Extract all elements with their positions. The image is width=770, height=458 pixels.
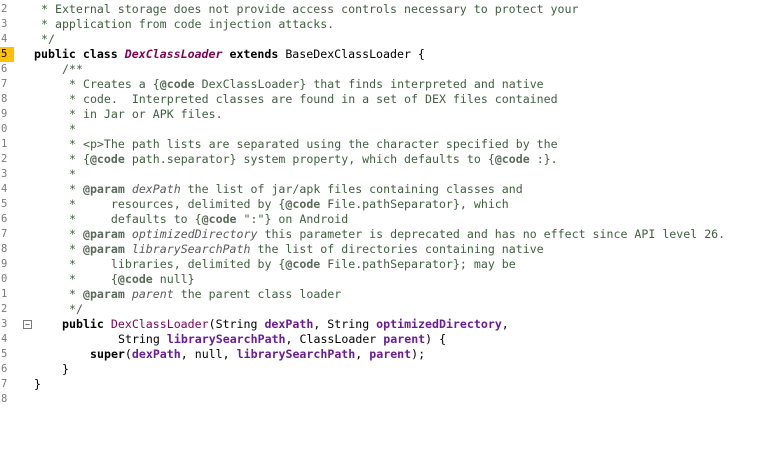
code-line[interactable]: 1 * @param parent the parent class loade…	[0, 287, 770, 302]
line-number: 6	[1, 63, 8, 75]
line-number: 4	[1, 33, 8, 45]
current-line-number: 5	[0, 47, 14, 62]
comment-text: * defaults to {@code ":"} on Android	[69, 212, 349, 226]
line-number: 1	[1, 288, 8, 300]
comment-text: * {@code path.separator} system property…	[69, 152, 558, 166]
line-number: 8	[1, 243, 8, 255]
line-number: 8	[1, 93, 8, 105]
param-doc: * @param librarySearchPath the list of d…	[69, 242, 544, 256]
line-number: 0	[1, 273, 8, 285]
class-name: DexClassLoader	[124, 47, 223, 61]
comment-text: * Creates a {@code DexClassLoader} that …	[69, 77, 544, 91]
fold-collapse-icon[interactable]: −	[23, 320, 32, 329]
line-number: 9	[1, 258, 8, 270]
constructor-name: DexClassLoader	[110, 317, 209, 331]
line-number: 3	[1, 18, 8, 30]
param-doc: * @param dexPath the list of jar/apk fil…	[69, 182, 523, 196]
code-line[interactable]: 7 * @param optimizedDirectory this param…	[0, 227, 770, 242]
code-line[interactable]: 4 String librarySearchPath, ClassLoader …	[0, 332, 770, 347]
comment-text: */	[41, 32, 55, 46]
closing-brace: }	[62, 362, 69, 376]
code-line[interactable]: 6 }	[0, 362, 770, 377]
line-number: 6	[1, 363, 8, 375]
code-line[interactable]: 2 * {@code path.separator} system proper…	[0, 152, 770, 167]
line-number: 3	[1, 168, 8, 180]
comment-text: * resources, delimited by {@code File.pa…	[69, 197, 509, 211]
line-number: 1	[1, 138, 8, 150]
comment-text: * in Jar or APK files.	[69, 107, 223, 121]
line-number: 5	[1, 348, 8, 360]
closing-brace: }	[34, 377, 41, 391]
line-number: 9	[1, 108, 8, 120]
comment-text: * External storage does not provide acce…	[41, 2, 579, 16]
line-number: 7	[1, 228, 8, 240]
comment-text: * application from code injection attack…	[41, 17, 335, 31]
line-number: 2	[1, 303, 8, 315]
line-number: 4	[1, 183, 8, 195]
constructor-params: String librarySearchPath, ClassLoader pa…	[118, 332, 447, 346]
code-line[interactable]: 0 *	[0, 122, 770, 137]
code-line[interactable]: 9 * in Jar or APK files.	[0, 107, 770, 122]
line-number: 3	[1, 318, 8, 330]
code-line[interactable]: 4 */	[0, 32, 770, 47]
code-line[interactable]: 5 * resources, delimited by {@code File.…	[0, 197, 770, 212]
line-number: 2	[1, 3, 8, 15]
code-line[interactable]: 3 *	[0, 167, 770, 182]
comment-text: *	[69, 122, 76, 136]
line-number: 2	[1, 153, 8, 165]
comment-text: * code. Interpreted classes are found in…	[69, 92, 558, 106]
line-number: 7	[1, 78, 8, 90]
code-editor[interactable]: 2 * External storage does not provide ac…	[0, 0, 770, 458]
code-line[interactable]: 7 * Creates a {@code DexClassLoader} tha…	[0, 77, 770, 92]
code-line[interactable]: 0 * {@code null}	[0, 272, 770, 287]
super-call: super(dexPath, null, librarySearchPath, …	[90, 347, 426, 361]
javadoc-end: */	[69, 302, 83, 316]
code-line[interactable]: 7 }	[0, 377, 770, 392]
comment-text: * {@code null}	[69, 272, 195, 286]
line-number: 5	[1, 198, 8, 210]
code-line[interactable]: 2 * External storage does not provide ac…	[0, 2, 770, 17]
constructor-signature: public DexClassLoader(String dexPath, St…	[62, 317, 509, 331]
class-declaration: public class DexClassLoader extends Base…	[34, 47, 425, 61]
code-line-class-declaration[interactable]: 5 public class DexClassLoader extends Ba…	[0, 47, 770, 62]
comment-text: *	[69, 167, 76, 181]
param-doc: * @param optimizedDirectory this paramet…	[69, 227, 726, 241]
line-number: 4	[1, 333, 8, 345]
param-doc: * @param parent the parent class loader	[69, 287, 342, 301]
code-line[interactable]: 6 /**	[0, 62, 770, 77]
code-line[interactable]: 1 * <p>The path lists are separated usin…	[0, 137, 770, 152]
code-line[interactable]: 2 */	[0, 302, 770, 317]
code-line[interactable]: 4 * @param dexPath the list of jar/apk f…	[0, 182, 770, 197]
line-number: 0	[1, 123, 8, 135]
code-line-constructor[interactable]: 3 − public DexClassLoader(String dexPath…	[0, 317, 770, 332]
code-line[interactable]: 9 * libraries, delimited by {@code File.…	[0, 257, 770, 272]
code-line[interactable]: 5 super(dexPath, null, librarySearchPath…	[0, 347, 770, 362]
javadoc-start: /**	[62, 62, 83, 76]
code-line[interactable]: 6 * defaults to {@code ":"} on Android	[0, 212, 770, 227]
comment-text: * libraries, delimited by {@code File.pa…	[69, 257, 516, 271]
code-line[interactable]: 8 * @param librarySearchPath the list of…	[0, 242, 770, 257]
comment-text: * <p>The path lists are separated using …	[69, 137, 558, 151]
line-number: 8	[1, 393, 8, 405]
code-line[interactable]: 8	[0, 392, 770, 407]
line-number: 7	[1, 378, 8, 390]
code-line[interactable]: 3 * application from code injection atta…	[0, 17, 770, 32]
line-number: 6	[1, 213, 8, 225]
code-line[interactable]: 8 * code. Interpreted classes are found …	[0, 92, 770, 107]
